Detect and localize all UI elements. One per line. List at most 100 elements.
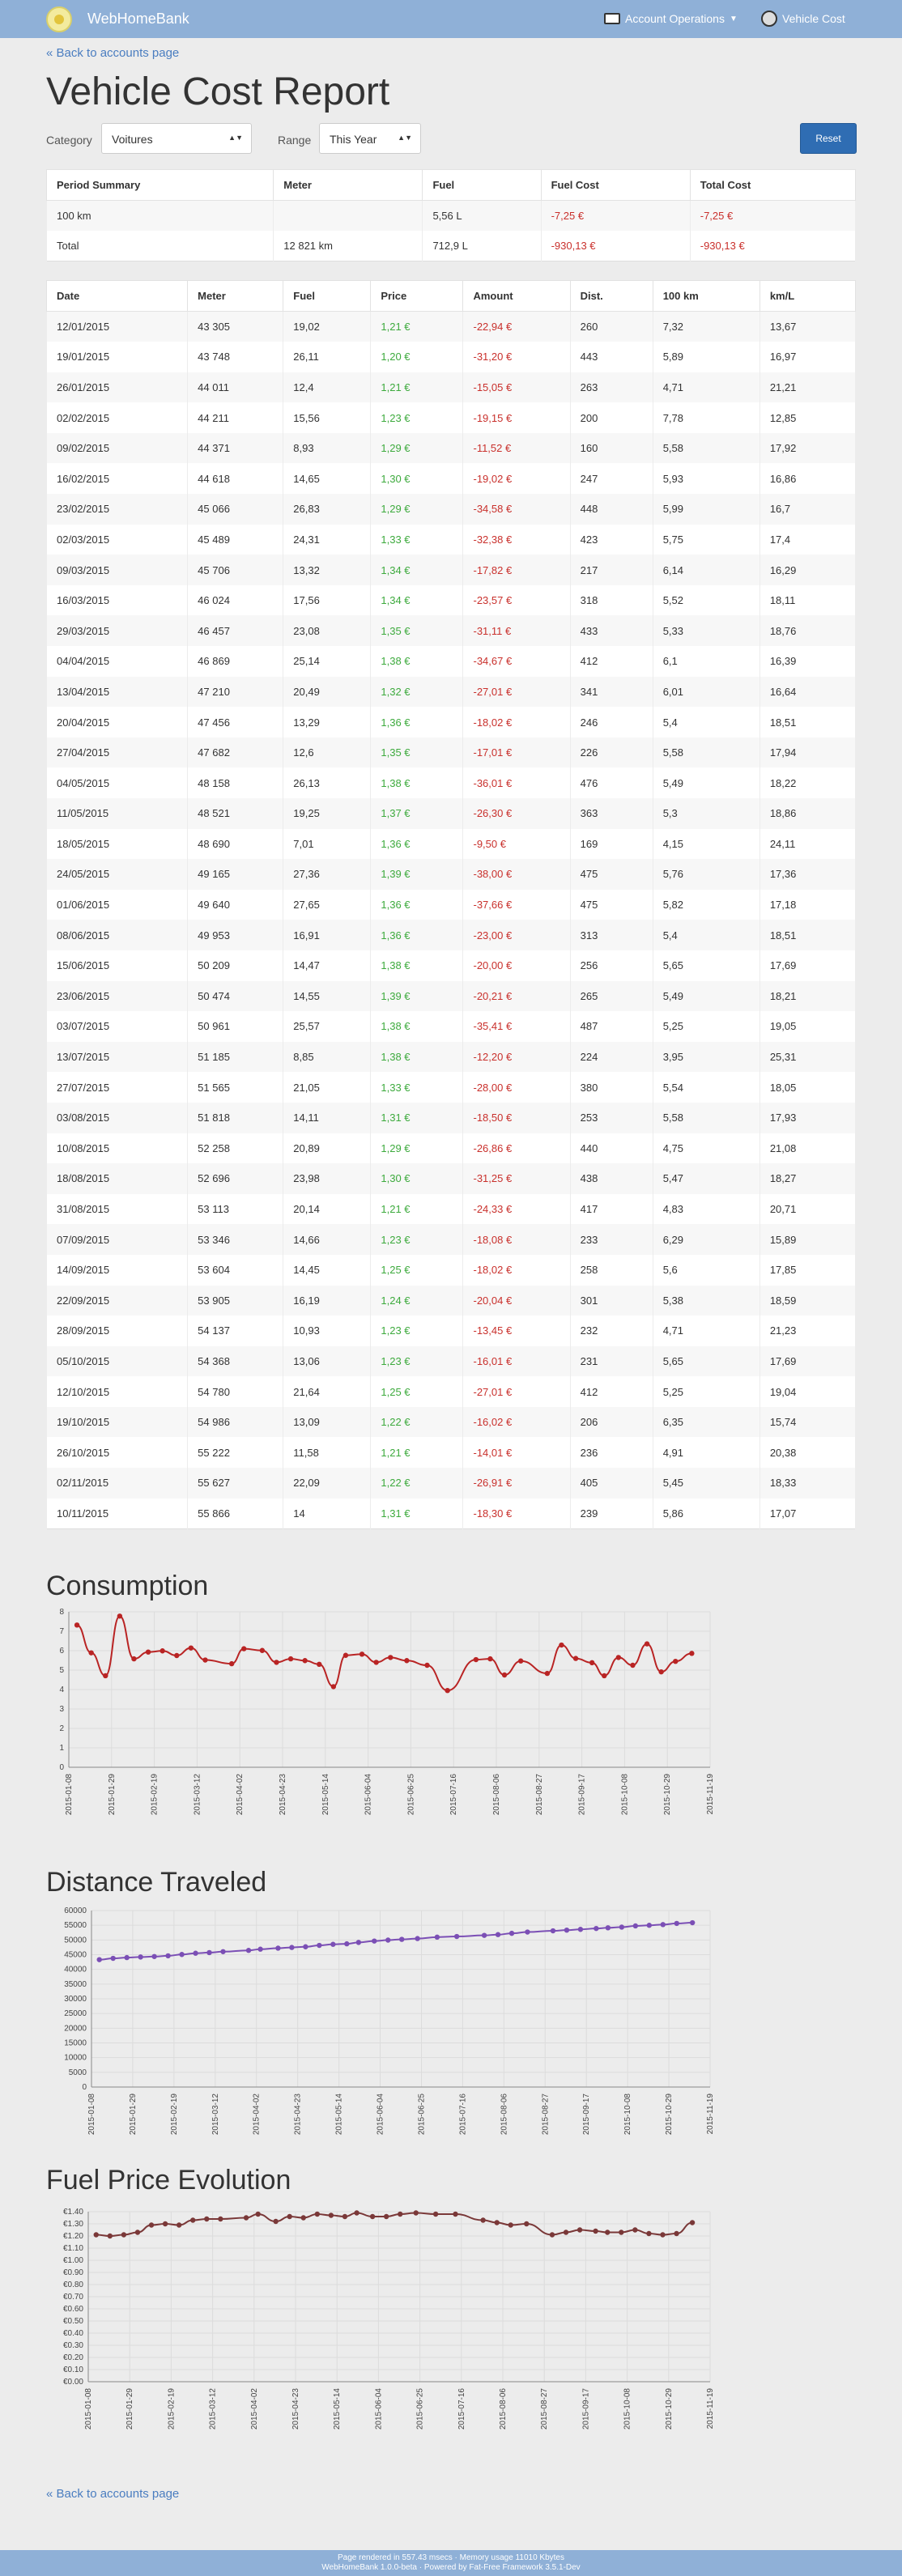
data-point[interactable] <box>594 1925 599 1932</box>
data-point[interactable] <box>563 2230 569 2235</box>
data-point[interactable] <box>355 1940 362 1945</box>
data-point[interactable] <box>602 1673 607 1679</box>
data-point[interactable] <box>317 1661 322 1667</box>
data-point[interactable] <box>151 1953 157 1959</box>
data-point[interactable] <box>88 1650 94 1656</box>
data-point[interactable] <box>605 2230 611 2235</box>
data-point[interactable] <box>619 2230 624 2235</box>
data-point[interactable] <box>646 2230 652 2237</box>
data-point[interactable] <box>103 1673 108 1679</box>
data-point[interactable] <box>508 1930 515 1936</box>
data-point[interactable] <box>385 1937 391 1943</box>
data-point[interactable] <box>188 1645 194 1651</box>
data-point[interactable] <box>138 1954 143 1960</box>
data-point[interactable] <box>373 1660 379 1665</box>
data-point[interactable] <box>480 2217 486 2223</box>
data-point[interactable] <box>689 1651 695 1656</box>
data-point[interactable] <box>689 2220 696 2225</box>
data-point[interactable] <box>257 1946 263 1952</box>
data-point[interactable] <box>255 2211 261 2217</box>
data-point[interactable] <box>399 1936 405 1942</box>
data-point[interactable] <box>674 1920 679 1927</box>
data-point[interactable] <box>487 1656 493 1662</box>
data-point[interactable] <box>179 1952 185 1958</box>
data-point[interactable] <box>369 2213 376 2220</box>
data-point[interactable] <box>589 1660 595 1666</box>
data-point[interactable] <box>241 1646 247 1651</box>
data-point[interactable] <box>615 1655 622 1660</box>
data-point[interactable] <box>577 2227 583 2233</box>
data-point[interactable] <box>124 1954 130 1961</box>
data-point[interactable] <box>415 1936 420 1941</box>
data-point[interactable] <box>206 1949 212 1956</box>
data-point[interactable] <box>674 2230 679 2237</box>
data-point[interactable] <box>328 2213 334 2218</box>
data-point[interactable] <box>145 1649 151 1655</box>
data-point[interactable] <box>660 1922 666 1928</box>
range-select[interactable]: This Year ▲▼ <box>319 123 421 154</box>
data-point[interactable] <box>190 2217 196 2223</box>
data-point[interactable] <box>165 1953 171 1959</box>
data-point[interactable] <box>359 1651 365 1657</box>
data-point[interactable] <box>630 1662 636 1668</box>
data-point[interactable] <box>193 1950 198 1956</box>
data-point[interactable] <box>220 1949 226 1954</box>
data-point[interactable] <box>550 1928 556 1934</box>
data-point[interactable] <box>317 1942 322 1949</box>
data-point[interactable] <box>445 1688 450 1694</box>
data-point[interactable] <box>658 1668 664 1675</box>
data-point[interactable] <box>204 2216 210 2222</box>
data-point[interactable] <box>564 1927 570 1933</box>
data-point[interactable] <box>162 2221 168 2227</box>
data-point[interactable] <box>481 1932 487 1938</box>
data-point[interactable] <box>644 1641 650 1647</box>
data-point[interactable] <box>388 1655 394 1660</box>
data-point[interactable] <box>413 2210 419 2216</box>
data-point[interactable] <box>404 1658 410 1664</box>
data-point[interactable] <box>494 2220 500 2225</box>
data-point[interactable] <box>174 1652 180 1659</box>
data-point[interactable] <box>160 1648 165 1654</box>
data-point[interactable] <box>646 1923 653 1928</box>
data-point[interactable] <box>619 1924 625 1930</box>
data-point[interactable] <box>434 1934 440 1941</box>
data-point[interactable] <box>673 1659 679 1664</box>
data-point[interactable] <box>303 1944 308 1949</box>
data-point[interactable] <box>605 1925 611 1931</box>
data-point[interactable] <box>131 1656 137 1662</box>
data-point[interactable] <box>383 2213 389 2220</box>
data-point[interactable] <box>632 2227 638 2233</box>
data-point[interactable] <box>453 1933 460 1940</box>
logo-icon[interactable] <box>46 6 72 32</box>
data-point[interactable] <box>110 1955 116 1962</box>
data-point[interactable] <box>74 1622 80 1628</box>
data-point[interactable] <box>176 2222 182 2228</box>
data-point[interactable] <box>525 1929 530 1935</box>
data-point[interactable] <box>501 1672 508 1678</box>
data-point[interactable] <box>453 2211 458 2217</box>
data-point[interactable] <box>218 2216 223 2222</box>
reset-button[interactable]: Reset <box>800 123 857 154</box>
data-point[interactable] <box>572 1656 579 1661</box>
data-point[interactable] <box>330 1941 336 1947</box>
data-point[interactable] <box>275 1945 281 1951</box>
data-point[interactable] <box>632 1923 639 1929</box>
data-point[interactable] <box>473 1656 479 1663</box>
data-point[interactable] <box>107 2233 113 2239</box>
data-point[interactable] <box>259 1647 266 1653</box>
data-point[interactable] <box>354 2210 360 2216</box>
data-point[interactable] <box>559 1642 564 1648</box>
data-point[interactable] <box>549 2232 555 2238</box>
data-point[interactable] <box>287 1656 294 1662</box>
data-point[interactable] <box>287 2213 292 2220</box>
back-link-bottom[interactable]: « Back to accounts page <box>46 2487 179 2501</box>
data-point[interactable] <box>372 1938 377 1944</box>
data-point[interactable] <box>689 1919 696 1926</box>
data-point[interactable] <box>228 1660 235 1667</box>
data-point[interactable] <box>342 2213 348 2220</box>
data-point[interactable] <box>289 1945 295 1950</box>
data-point[interactable] <box>424 1662 430 1668</box>
data-point[interactable] <box>274 1660 279 1665</box>
data-point[interactable] <box>593 2228 598 2234</box>
data-point[interactable] <box>495 1932 501 1937</box>
